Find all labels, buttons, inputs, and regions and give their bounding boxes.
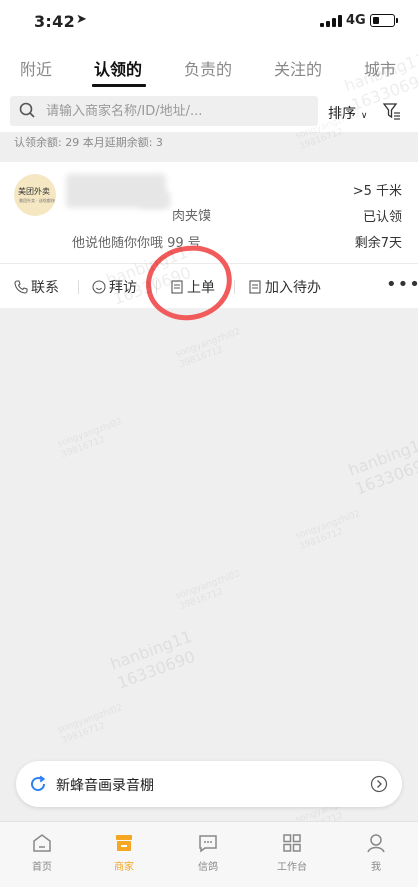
recorder-label: 新蜂音画录音棚 [56,778,154,794]
days-left: 剩余7天 [354,236,402,251]
add-todo-label: 加入待办 [265,280,321,296]
bottom-nav: 首页 商家 信鸽 工作台 我 [0,821,418,887]
active-tab-indicator [92,84,146,87]
logo-text: 美团外卖 [18,187,50,196]
tab-claimed[interactable]: 认领的 [94,56,142,80]
nav-me[interactable]: 我 [346,832,406,873]
person-icon [367,834,385,853]
location-arrow-icon: ➤ [76,12,87,27]
more-icon[interactable]: ••• [386,276,418,294]
merchant-category: 肉夹馍 [172,209,212,224]
signal-icon [320,15,342,27]
phone-icon [14,280,28,294]
smile-icon [92,280,106,294]
logo-subtext: 美团外卖 · 送啥都快 [19,198,55,203]
home-icon [33,834,51,852]
store-icon [116,835,132,851]
network-type: 4G [346,13,366,28]
filter-icon[interactable] [383,102,401,120]
nav-workbench-label: 工作台 [277,862,307,873]
watermark: songyangzhi0239816712 [174,327,246,371]
nav-home-label: 首页 [32,862,52,873]
message-icon [199,835,217,853]
watermark: songyangzhi0239816712 [174,569,246,613]
refresh-icon [31,775,46,792]
watermark: songyangzhi0239816712 [294,509,366,553]
tab-nearby[interactable]: 附近 [20,56,52,80]
nav-messages[interactable]: 信鸽 [178,832,238,873]
search-input[interactable] [46,96,306,126]
nav-merchant-label: 商家 [114,862,134,873]
nav-messages-label: 信鸽 [198,862,218,873]
grid-icon [283,834,301,852]
tab-responsible[interactable]: 负责的 [184,56,232,80]
battery-icon [370,14,398,27]
watermark: hanbing1116330690 [346,433,418,500]
contact-button[interactable]: 联系 [14,276,59,298]
search-icon [19,102,35,118]
document-icon [249,280,261,294]
recorder-entry-button[interactable]: 新蜂音画录音棚 [16,761,402,807]
search-box[interactable] [10,96,318,126]
blurred-merchant-name-tail [140,192,170,208]
chevron-right-icon [370,775,388,793]
status-time: 3:42 [34,12,75,31]
status-bar: 3:42 ➤ 4G [0,0,418,44]
merchant-logo: 美团外卖 美团外卖 · 送啥都快 [14,174,56,216]
claim-summary: 认领余额: 29 本月延期余额: 3 [14,136,163,149]
contact-label: 联系 [31,280,59,296]
watermark: songyangzhi0239816712 [56,703,128,747]
add-todo-button[interactable]: 加入待办 [248,276,321,298]
divider [78,280,79,294]
watermark: hanbing1116330690 [108,627,202,694]
nav-merchant[interactable]: 商家 [94,832,154,873]
nav-workbench[interactable]: 工作台 [262,832,322,873]
merchant-distance: >5 千米 [352,184,402,199]
claim-status: 已认领 [362,210,402,225]
divider [234,280,235,294]
nav-me-label: 我 [371,862,381,873]
tab-followed[interactable]: 关注的 [274,56,322,80]
watermark: songyangzhi0239816712 [56,417,128,461]
nav-home[interactable]: 首页 [12,832,72,873]
